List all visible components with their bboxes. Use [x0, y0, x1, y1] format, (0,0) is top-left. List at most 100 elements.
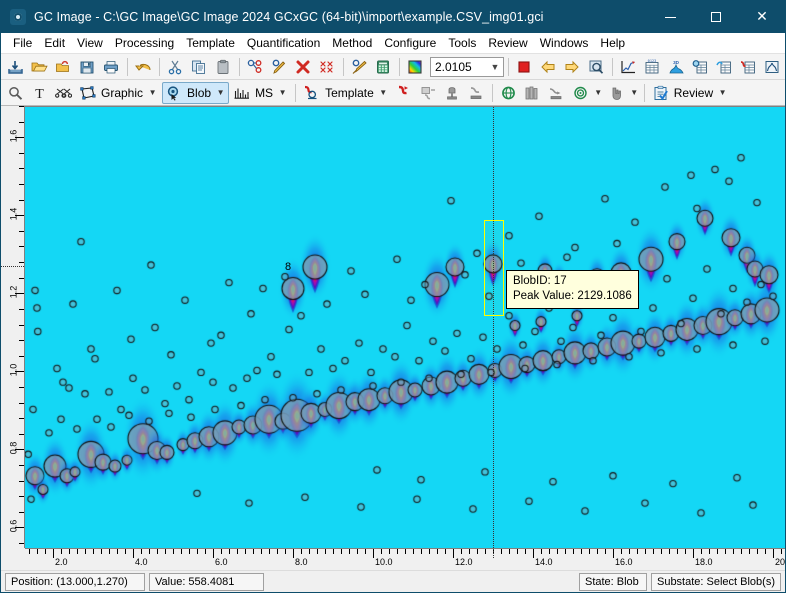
library-tool-button[interactable]: [521, 82, 544, 104]
template-tool-group[interactable]: Template ▼: [300, 82, 392, 104]
ms-tool-group[interactable]: MS ▼: [230, 82, 291, 104]
peak-table-button[interactable]: [713, 56, 736, 78]
blob-tool-label: Blob: [187, 86, 211, 100]
y-tick-minor: [19, 106, 24, 107]
y-tick-minor: [19, 543, 24, 544]
minimize-button[interactable]: [647, 1, 693, 33]
magnifier-icon: [7, 85, 24, 101]
template-table-button[interactable]: [737, 56, 760, 78]
paint-button[interactable]: [348, 56, 371, 78]
x-tick-minor: [301, 549, 302, 554]
chevron-down-icon[interactable]: ▼: [487, 62, 503, 72]
surface-3d-button[interactable]: 3D: [665, 56, 688, 78]
blob-merge-button[interactable]: [244, 56, 267, 78]
magnifier-tool-button[interactable]: [4, 82, 27, 104]
target-dropdown-caret-icon[interactable]: ▼: [593, 82, 604, 104]
blob-edit-button[interactable]: [268, 56, 291, 78]
scissor-measure-icon: [55, 85, 72, 101]
menu-tools[interactable]: Tools: [442, 34, 482, 52]
graphic-dropdown-caret-icon[interactable]: ▼: [147, 82, 158, 104]
ms-dropdown-caret-icon[interactable]: ▼: [277, 82, 288, 104]
blob-dropdown-caret-icon[interactable]: ▼: [215, 82, 226, 104]
main-toolbar: 2.0105 ▼: [1, 54, 785, 80]
x-tick-minor: [501, 549, 502, 554]
menu-processing[interactable]: Processing: [109, 34, 180, 52]
template-anchor-button[interactable]: [441, 82, 464, 104]
menu-method[interactable]: Method: [326, 34, 378, 52]
zoom-level-combobox[interactable]: 2.0105 ▼: [430, 57, 504, 77]
stop-button[interactable]: [513, 56, 536, 78]
blob-tool-group[interactable]: Blob ▼: [162, 82, 229, 104]
zoom-region-button[interactable]: [585, 56, 608, 78]
y-tick-minor: [19, 262, 24, 263]
back-button[interactable]: [537, 56, 560, 78]
maximize-button[interactable]: [693, 1, 739, 33]
x-tick-minor: [157, 549, 158, 554]
svg-text:T: T: [35, 87, 44, 101]
paste-button[interactable]: [212, 56, 235, 78]
menu-help[interactable]: Help: [594, 34, 631, 52]
x-tick-minor: [277, 549, 278, 554]
hand-tool-button[interactable]: [605, 82, 628, 104]
x-tick-minor: [141, 549, 142, 554]
menu-windows[interactable]: Windows: [534, 34, 595, 52]
x-tick-minor: [253, 549, 254, 554]
status-bar: Position: (13.000,1.270) Value: 558.4081…: [1, 570, 785, 592]
open-recent-button[interactable]: [52, 56, 75, 78]
measure-tool-button[interactable]: [52, 82, 75, 104]
x-axis[interactable]: 2.04.06.08.010.012.014.016.018.020.0: [25, 548, 785, 570]
close-button[interactable]: ✕: [739, 1, 785, 33]
menu-configure[interactable]: Configure: [378, 34, 442, 52]
baseline-tool-button[interactable]: [545, 82, 568, 104]
globe-tool-button[interactable]: [497, 82, 520, 104]
compare-button[interactable]: [761, 56, 784, 78]
x-tick-minor: [69, 549, 70, 554]
menu-edit[interactable]: Edit: [38, 34, 71, 52]
template-apply-button[interactable]: [393, 82, 416, 104]
data-table-button[interactable]: 0123: [641, 56, 664, 78]
undo-button[interactable]: [132, 56, 155, 78]
chromatogram-plot[interactable]: 8 BlobID: 17 Peak Value: 2129.1086: [25, 106, 785, 548]
open-folder-button[interactable]: [28, 56, 51, 78]
copy-button[interactable]: [188, 56, 211, 78]
clear-marks-button[interactable]: [316, 56, 339, 78]
review-dropdown-caret-icon[interactable]: ▼: [717, 82, 728, 104]
y-tick-minor: [19, 168, 24, 169]
template-transfer-button[interactable]: [417, 82, 440, 104]
menu-view[interactable]: View: [71, 34, 109, 52]
review-tool-group[interactable]: Review ▼: [649, 82, 731, 104]
blob-table-button[interactable]: [689, 56, 712, 78]
print-button[interactable]: [100, 56, 123, 78]
toolbar-separator-3: [239, 58, 240, 76]
x-tick-minor: [165, 549, 166, 554]
template-dropdown-caret-icon[interactable]: ▼: [378, 82, 389, 104]
import-button[interactable]: [4, 56, 27, 78]
blob-selection-box[interactable]: [484, 220, 504, 316]
hand-dropdown-caret-icon[interactable]: ▼: [629, 82, 640, 104]
forward-button[interactable]: [561, 56, 584, 78]
cut-button[interactable]: [164, 56, 187, 78]
tools-separator-2: [492, 84, 493, 102]
x-tick-minor: [653, 549, 654, 554]
delete-button[interactable]: [292, 56, 315, 78]
x-tick-minor: [429, 549, 430, 554]
x-tick-minor: [269, 549, 270, 554]
chromatogram-canvas[interactable]: [25, 107, 785, 548]
graphic-tool-group[interactable]: Graphic ▼: [76, 82, 161, 104]
target-tool-button[interactable]: [569, 82, 592, 104]
calculator-button[interactable]: [372, 56, 395, 78]
save-button[interactable]: [76, 56, 99, 78]
menu-template[interactable]: Template: [180, 34, 241, 52]
text-tool-button[interactable]: T: [28, 82, 51, 104]
menu-quantification[interactable]: Quantification: [241, 34, 326, 52]
x-tick-minor: [93, 549, 94, 554]
menu-review[interactable]: Review: [482, 34, 533, 52]
y-tick-label: 1.6: [9, 130, 19, 143]
colormap-button[interactable]: [404, 56, 427, 78]
chromatogram-button[interactable]: [617, 56, 640, 78]
status-value: Value: 558.4081: [149, 573, 264, 591]
x-tick-minor: [173, 549, 174, 554]
y-axis[interactable]: 0.60.81.01.21.41.6: [1, 106, 25, 548]
template-align-button[interactable]: [465, 82, 488, 104]
menu-file[interactable]: File: [7, 34, 38, 52]
